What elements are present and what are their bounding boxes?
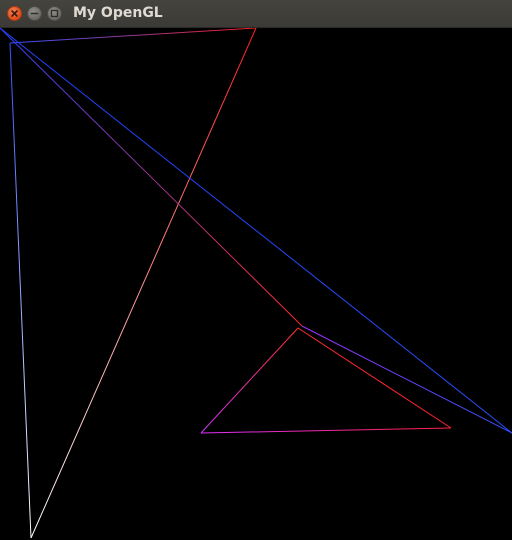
edge-right-apex [297,327,452,429]
edge-right-mid [301,325,512,434]
window-title: My OpenGL [73,5,163,21]
minimize-icon [30,12,39,15]
triangle-diagonal [0,28,512,434]
edge-left-right [200,427,452,434]
maximize-icon [50,9,59,18]
close-icon [11,10,18,17]
gl-canvas[interactable] [0,28,512,540]
title-bar[interactable]: My OpenGL [0,0,512,28]
edge-red-white [30,28,257,539]
edge-apex-left [200,327,299,434]
triangle-small-bottom [200,327,452,434]
minimize-button[interactable] [27,6,42,21]
edge-mid-top [0,28,303,327]
edge-blue-red [9,28,257,44]
opengl-window: My OpenGL [0,0,512,540]
gl-viewport [0,28,512,539]
edge-top-right [0,28,512,434]
edge-white-blue [9,42,32,539]
maximize-button[interactable] [47,6,62,21]
triangle-large-left [9,28,257,539]
close-button[interactable] [7,6,22,21]
